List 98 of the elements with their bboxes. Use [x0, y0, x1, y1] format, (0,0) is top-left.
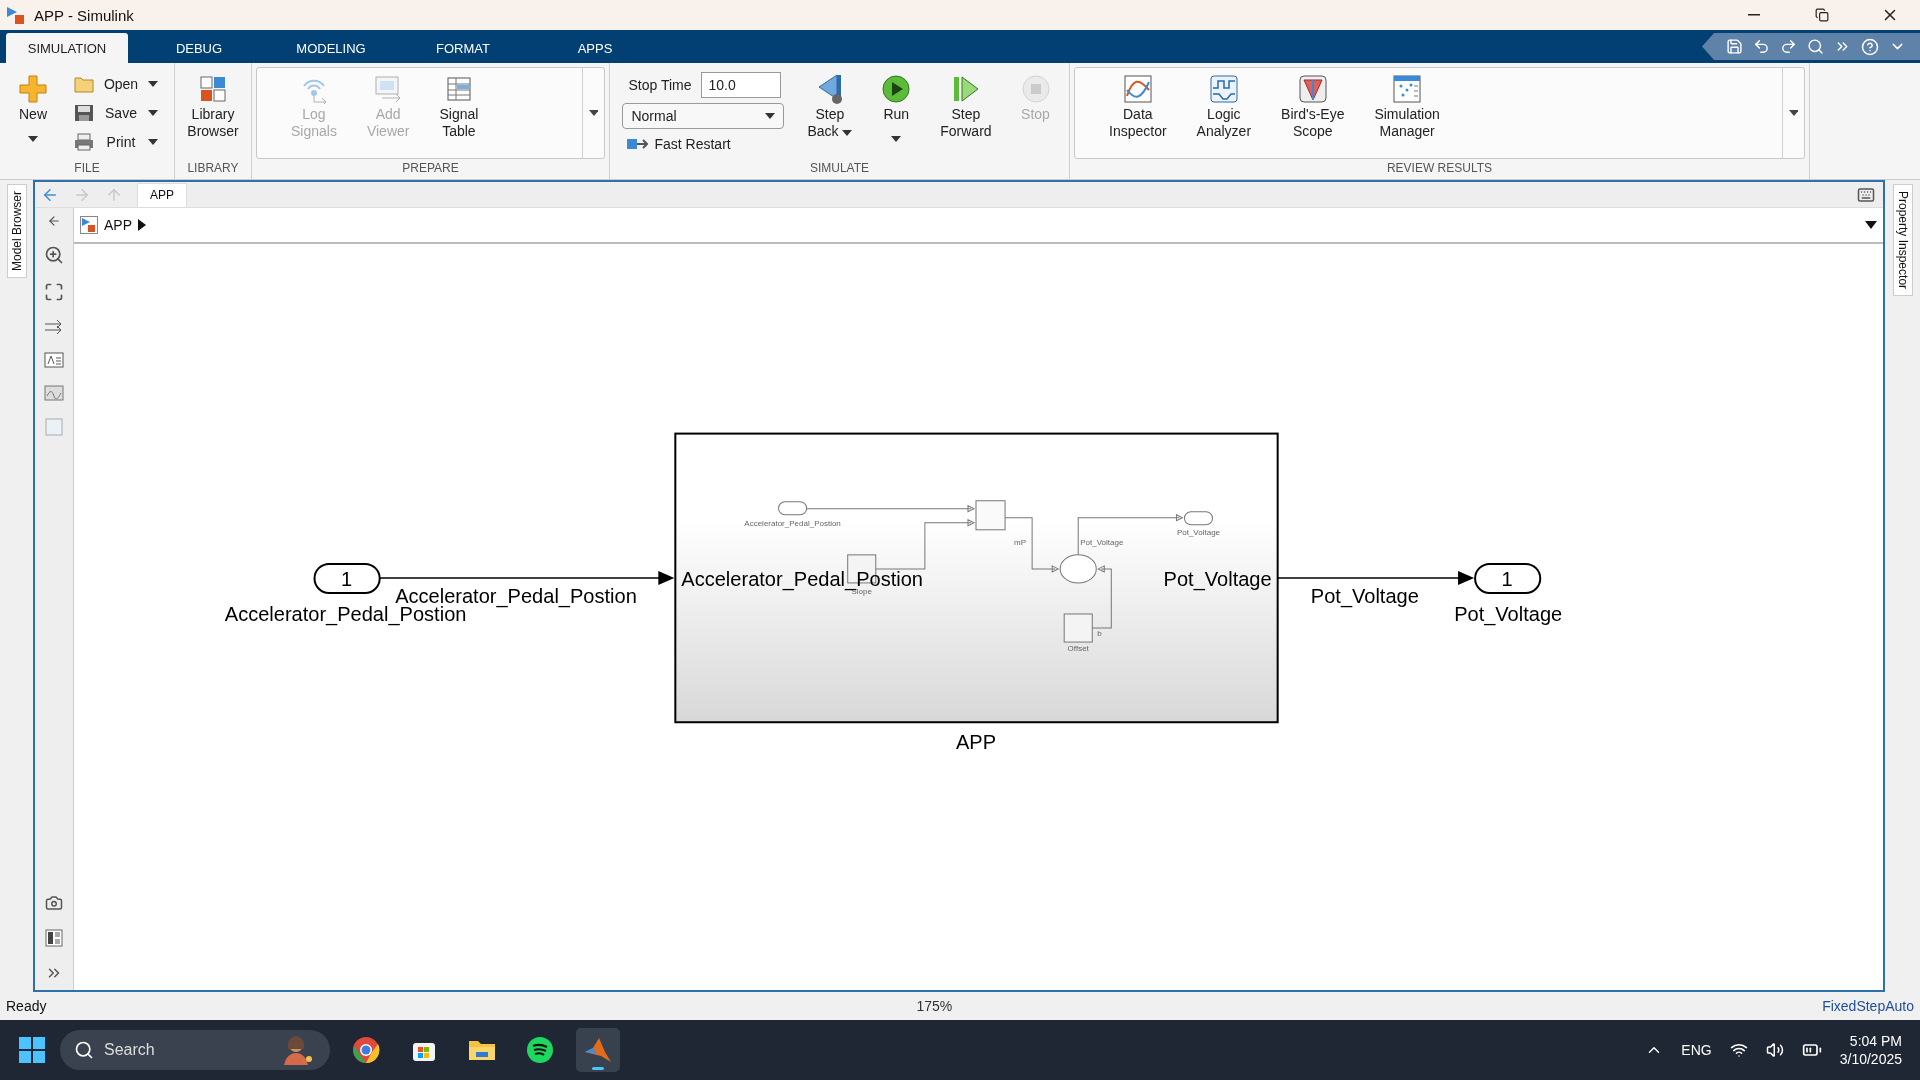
- clock-date[interactable]: 3/10/2025: [1839, 1051, 1902, 1067]
- arrows-icon[interactable]: [44, 319, 64, 335]
- ribbon-button[interactable]: Simulation Manager: [1368, 68, 1446, 158]
- section-title: PREPARE: [401, 161, 460, 177]
- signal-label: mP: [1014, 537, 1027, 547]
- port-number: 1: [1501, 567, 1513, 590]
- caret-icon: [148, 81, 158, 88]
- block-label: Pot_Voltage: [1176, 527, 1221, 537]
- layout-icon[interactable]: [45, 929, 63, 947]
- table-icon: [445, 76, 472, 102]
- restore-icon: [1815, 8, 1829, 22]
- ribbon-tab[interactable]: MODELING: [270, 33, 392, 63]
- dropdown-icon: [1865, 221, 1877, 229]
- language-indicator[interactable]: ENG: [1681, 1042, 1712, 1058]
- ribbon-button[interactable]: Fast Restart: [622, 133, 785, 154]
- signal-arrow[interactable]: [1276, 570, 1475, 585]
- search-icon: [74, 1040, 94, 1060]
- block-label: Accelerator_Pedal_Postion: [744, 518, 841, 528]
- ribbon-button[interactable]: Step Back: [801, 68, 859, 158]
- caret-icon: [138, 219, 146, 231]
- chart-icon: [1122, 74, 1153, 104]
- volume-icon[interactable]: [1765, 1041, 1784, 1059]
- search-icon[interactable]: [1807, 38, 1824, 55]
- field-label: Stop Time: [628, 77, 692, 94]
- ribbon-tab[interactable]: APPS: [534, 33, 656, 63]
- wifi-icon[interactable]: [1729, 1041, 1748, 1059]
- signal-label: b: [1097, 629, 1102, 639]
- text-annotation-icon[interactable]: [44, 352, 64, 368]
- block-label: APP: [955, 731, 997, 754]
- section-title: REVIEW RESULTS: [1385, 161, 1494, 177]
- waveform-icon: [1208, 74, 1239, 104]
- solver-link[interactable]: FixedStepAuto: [1822, 998, 1914, 1014]
- clock-time[interactable]: 5:04 PM: [1849, 1033, 1902, 1049]
- zoom-level: 175%: [916, 998, 953, 1014]
- ribbon-button[interactable]: Save: [70, 102, 162, 124]
- plus-icon: [18, 74, 48, 104]
- caret-icon: [765, 113, 776, 119]
- mode-dropdown[interactable]: Normal: [622, 103, 785, 129]
- block-label: Pot_Voltage: [1454, 603, 1563, 625]
- breadcrumb-item[interactable]: APP: [104, 217, 132, 233]
- port-number: 1: [341, 567, 353, 590]
- subsystem-block[interactable]: [674, 432, 1279, 724]
- help-icon[interactable]: [1861, 37, 1879, 56]
- signal-arrow[interactable]: [378, 570, 675, 585]
- ribbon-button[interactable]: Signal Table: [433, 68, 485, 158]
- ribbon-tab[interactable]: DEBUG: [138, 33, 260, 63]
- play-icon: [881, 74, 912, 104]
- app-logo-icon: [6, 5, 26, 25]
- camera-icon[interactable]: [45, 894, 63, 912]
- caret-icon: [891, 136, 902, 142]
- printer-icon: [74, 132, 94, 151]
- caret-icon: [842, 130, 853, 136]
- signal-label: Pot_Voltage: [1310, 584, 1419, 607]
- keyboard-icon[interactable]: [1857, 185, 1875, 204]
- ribbon-button[interactable]: Logic Analyzer: [1190, 68, 1258, 158]
- undo-icon[interactable]: [1753, 38, 1770, 55]
- stop-time-field[interactable]: 10.0: [701, 72, 782, 99]
- ribbon-tab[interactable]: FORMAT: [402, 33, 524, 63]
- ribbon-button[interactable]: Data Inspector: [1103, 68, 1173, 158]
- caret-icon: [589, 110, 598, 116]
- model-icon: [80, 216, 98, 234]
- section-title: SIMULATE: [808, 161, 871, 177]
- redo-icon[interactable]: [1780, 38, 1797, 55]
- caret-icon: [1789, 110, 1798, 116]
- caret-icon: [28, 136, 38, 142]
- minimize-icon: [1748, 14, 1760, 16]
- ribbon-button[interactable]: Bird's-Eye Scope: [1275, 68, 1351, 158]
- zoom-icon[interactable]: [44, 245, 64, 265]
- ribbon-button[interactable]: Print: [70, 130, 162, 153]
- fit-view-icon[interactable]: [44, 282, 64, 302]
- port-label: Pot_Voltage: [1163, 567, 1272, 590]
- caret-icon: [148, 110, 158, 116]
- library-icon: [199, 75, 227, 103]
- ribbon-button[interactable]: Run: [875, 68, 918, 158]
- port-label: Accelerator_Pedal_Postion: [681, 567, 923, 590]
- ribbon-button[interactable]: Library Browser: [181, 68, 245, 158]
- ribbon-button[interactable]: New: [12, 68, 54, 158]
- section-title: LIBRARY: [186, 161, 240, 177]
- folder-icon: [74, 75, 94, 94]
- port-block[interactable]: [313, 562, 381, 594]
- side-tab[interactable]: Model Browser: [6, 184, 27, 279]
- block-label: Offset: [1067, 644, 1089, 654]
- section-title: FILE: [73, 161, 101, 177]
- save-icon[interactable]: [1726, 38, 1743, 55]
- side-tab[interactable]: Property Inspector: [1892, 184, 1913, 297]
- caret-icon: [148, 138, 158, 145]
- start-icon: [18, 1036, 46, 1064]
- port-block[interactable]: [1474, 562, 1542, 594]
- scatter-plot-icon: [1392, 74, 1423, 104]
- scope-icon: [1297, 74, 1328, 104]
- status-text: Ready: [6, 998, 47, 1014]
- ribbon-button[interactable]: Step Forward: [934, 68, 998, 158]
- editor-tab[interactable]: APP: [137, 182, 187, 207]
- stop-icon: [1020, 74, 1051, 104]
- ribbon-button[interactable]: Open: [70, 73, 162, 96]
- signal-label: Pot_Voltage: [1080, 537, 1124, 547]
- ribbon-tab[interactable]: SIMULATION: [6, 33, 128, 63]
- window-title: APP - Simulink: [34, 6, 135, 24]
